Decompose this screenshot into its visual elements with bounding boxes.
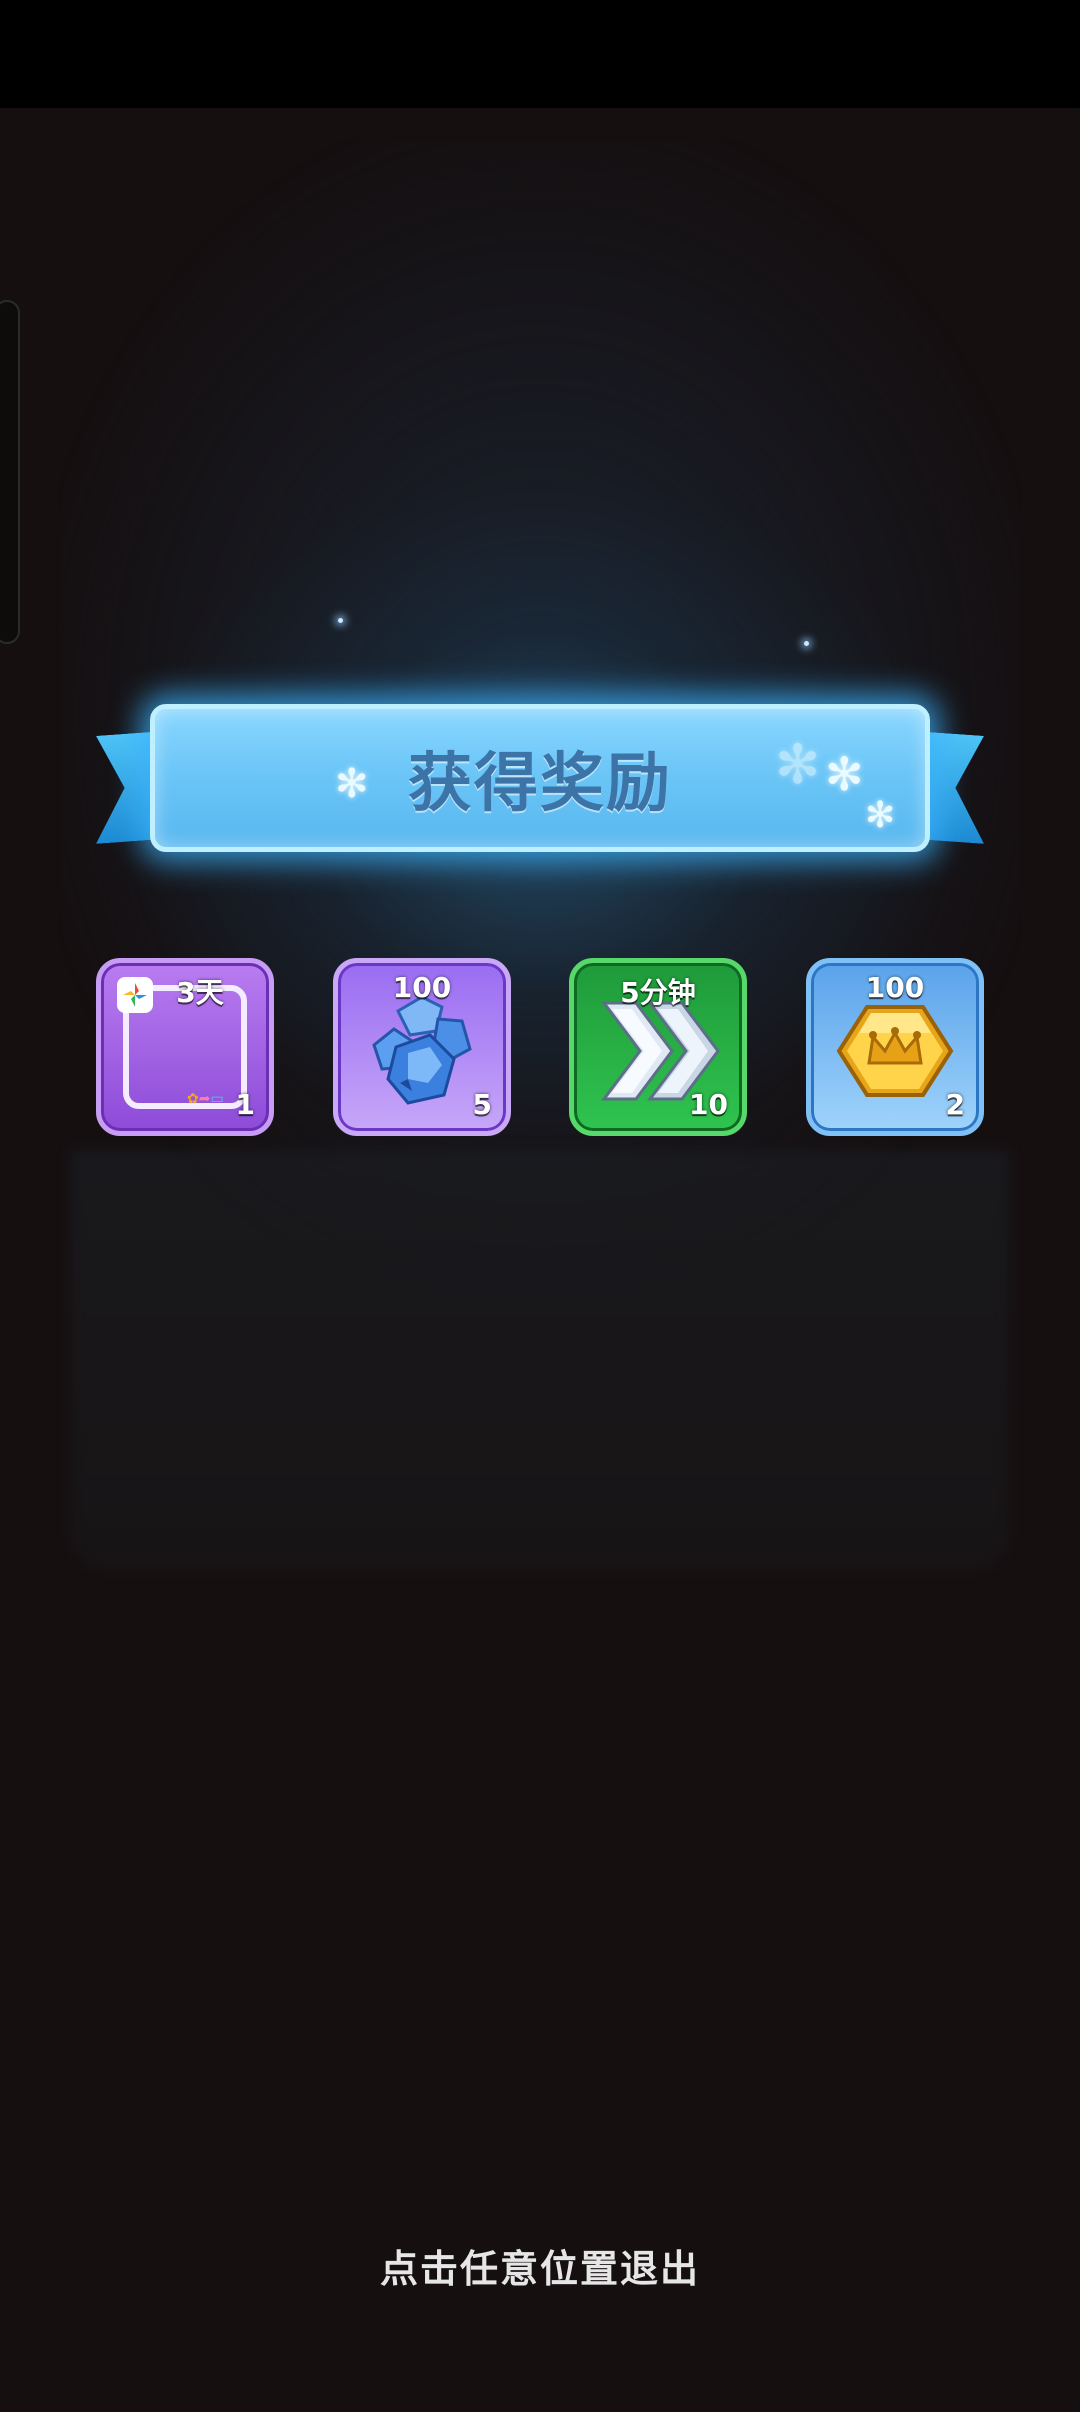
reward-list: ✿➦▭ 3天 1 100 5 5分钟 10 100 2 <box>96 958 986 1138</box>
reward-duration-label: 5分钟 <box>620 976 696 1009</box>
reward-screen[interactable]: 获得奖励 ✻ ✻ ✻ ✻ ✿➦▭ 3天 1 100 5 5分钟 10 100 2… <box>0 0 1080 2412</box>
reaction-icons: ✿➦▭ <box>187 1091 224 1107</box>
reward-banner: 获得奖励 ✻ ✻ ✻ ✻ <box>90 700 990 860</box>
reward-duration-label: 3天 <box>176 976 224 1009</box>
reward-item-gems[interactable]: 100 5 <box>333 958 511 1136</box>
reward-amount-label: 100 <box>865 971 925 1004</box>
edge-handle[interactable] <box>0 300 20 644</box>
banner-body: 获得奖励 ✻ ✻ ✻ ✻ <box>150 704 930 852</box>
reward-panel-lower <box>70 1150 1010 1570</box>
reward-item-avatar-frame[interactable]: ✿➦▭ 3天 1 <box>96 958 274 1136</box>
sparkle-icon <box>338 618 343 623</box>
reward-item-gold-coin[interactable]: 100 2 <box>806 958 984 1136</box>
reward-item-speed-up[interactable]: 5分钟 10 <box>569 958 747 1136</box>
reward-count: 1 <box>235 1088 255 1121</box>
snowflake-icon: ✻ <box>825 747 864 801</box>
reward-count: 2 <box>945 1088 965 1121</box>
status-bar <box>0 0 1080 108</box>
tap-anywhere-to-exit-hint: 点击任意位置退出 <box>379 2247 700 2291</box>
snowflake-icon: ✻ <box>335 761 369 807</box>
sparkle-icon <box>804 641 809 646</box>
reward-count: 5 <box>472 1088 492 1121</box>
snowflake-icon: ✻ <box>865 795 896 836</box>
reward-count: 10 <box>689 1088 728 1121</box>
reward-amount-label: 100 <box>392 971 452 1004</box>
snowflake-icon: ✻ <box>775 733 821 796</box>
